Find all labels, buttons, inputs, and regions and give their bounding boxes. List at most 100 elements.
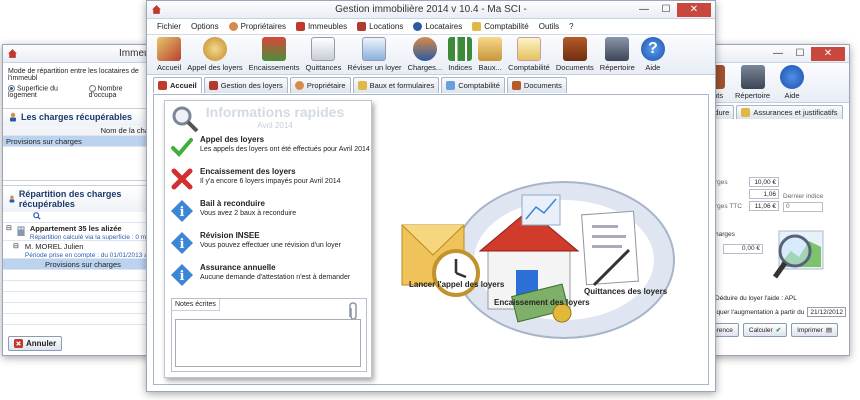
quick-item-bail[interactable]: i Bail à reconduire Vous avez 2 baux à re…: [170, 199, 370, 223]
minimize-button[interactable]: —: [767, 47, 789, 61]
menu-help[interactable]: ?: [569, 22, 573, 31]
field-value[interactable]: 11,06 €: [749, 201, 779, 211]
accounting-icon: [472, 22, 482, 31]
quick-item-appel[interactable]: Appel des loyers Les appels des loyers on…: [170, 135, 370, 159]
receipt-pen-icon[interactable]: [581, 210, 639, 287]
toolbar-accueil[interactable]: Accueil: [155, 37, 183, 72]
search-icon[interactable]: [33, 212, 41, 220]
radio-count[interactable]: Nombre d'occupa: [88, 85, 146, 99]
mode-radios: Superficie du logement Nombre d'occupa: [3, 85, 151, 102]
maximize-button[interactable]: ☐: [655, 3, 677, 17]
svg-text:i: i: [180, 237, 185, 252]
caption-appel[interactable]: Lancer l'appel des loyers: [409, 280, 504, 289]
close-button[interactable]: ✕: [677, 3, 711, 17]
table-row: [3, 270, 151, 282]
item-heading: Appel des loyers: [200, 135, 265, 144]
toolbar-baux[interactable]: Baux...: [476, 37, 504, 72]
toolbar-aide[interactable]: ? Aide: [639, 37, 667, 72]
tab-gestion-loyers[interactable]: Gestion des loyers: [203, 77, 288, 93]
people-icon: [412, 37, 437, 61]
last-index: Dernier indice 0: [783, 193, 823, 212]
tab-comptabilite[interactable]: Comptabilité: [441, 77, 505, 93]
toolbar-charges[interactable]: Charges...: [406, 37, 445, 72]
toolbar-indices[interactable]: Indices: [446, 37, 474, 72]
tab-assurances[interactable]: Assurances et justificatifs: [736, 105, 843, 119]
radio-surface-label: Superficie du logement: [8, 85, 58, 100]
charges-column-header: Nom de la cha: [3, 125, 151, 137]
tab-accueil[interactable]: Accueil: [153, 77, 202, 93]
tab-proprietaire[interactable]: Propriétaire: [289, 77, 351, 93]
toolbar-reviser-loyer[interactable]: Réviser un loyer: [345, 37, 403, 72]
home-icon: [158, 81, 167, 90]
right-window: — ☐ ✕ ents Répertoire Aide ondure Assura…: [700, 44, 850, 356]
btn-label: Calculer: [748, 326, 773, 334]
phone-directory-icon: [605, 37, 630, 61]
chart-card-icon[interactable]: [521, 194, 561, 226]
item-detail: Il y'a encore 6 loyers impayés pour Avri…: [200, 178, 341, 185]
quick-item-encaissement[interactable]: Encaissement des loyers Il y'a encore 6 l…: [170, 167, 370, 191]
info-icon: i: [171, 264, 193, 286]
caption-quittances[interactable]: Quittances des loyers: [584, 287, 667, 296]
menu-fichier[interactable]: Fichier: [157, 22, 181, 31]
left-footer: Annuler: [8, 336, 63, 351]
right-toolbar: ents Répertoire Aide: [701, 63, 849, 103]
menu-locations[interactable]: Locations: [357, 22, 403, 31]
table-row[interactable]: Provisions sur charges: [3, 259, 151, 271]
tab-documents[interactable]: Documents: [506, 77, 567, 93]
quick-item-assurance[interactable]: i Assurance annuelle Aucune demande d'att…: [170, 263, 370, 287]
field-value[interactable]: 1,06: [749, 189, 779, 199]
minimize-button[interactable]: —: [633, 3, 655, 17]
menu-comptabilite[interactable]: Comptabilité: [472, 22, 529, 31]
toolbar-appel-loyers[interactable]: Appel des loyers: [185, 37, 244, 72]
menu-outils[interactable]: Outils: [539, 22, 559, 31]
quick-title: Informations rapides: [205, 104, 345, 120]
collapse-icon[interactable]: ⊟: [6, 224, 12, 240]
field-value[interactable]: 10,00 €: [749, 177, 779, 187]
charges-field[interactable]: 0,00 €: [723, 244, 763, 254]
main-tabs: Accueil Gestion des loyers Propriétaire …: [147, 75, 715, 93]
menu-immeubles[interactable]: Immeubles: [295, 22, 347, 31]
notes-textarea[interactable]: [175, 319, 361, 367]
menu-locataires[interactable]: Locataires: [413, 22, 462, 31]
tenant-row[interactable]: ⊟ M. MOREL Julien Période prise en compte…: [3, 241, 151, 260]
info-icon: i: [171, 232, 193, 254]
mode-description: Mode de répartition entre les locataires…: [8, 68, 139, 82]
toolbar-comptabilite[interactable]: Comptabilité: [506, 37, 552, 72]
maximize-button[interactable]: ☐: [789, 47, 811, 61]
cancel-button[interactable]: Annuler: [8, 336, 63, 351]
toolbar-documents[interactable]: Documents: [554, 37, 596, 72]
menu-proprietaires[interactable]: Propriétaires: [228, 22, 286, 31]
table-row[interactable]: Provisions sur charges: [3, 136, 151, 148]
last-index-field[interactable]: 0: [783, 202, 823, 212]
caption-encaissement[interactable]: Encaissement des loyers: [494, 298, 590, 307]
toolbar-encaissements[interactable]: Encaissements: [247, 37, 302, 72]
deduire-row: Déduire du loyer l'aide : APL: [715, 295, 797, 302]
toolbar-item[interactable]: Aide: [778, 65, 806, 100]
close-icon: [14, 339, 23, 348]
calculate-button[interactable]: Calculer ✔: [742, 323, 788, 337]
date-field[interactable]: 21/12/2012: [807, 307, 846, 317]
close-button[interactable]: ✕: [811, 47, 845, 61]
menu-label: Comptabilité: [484, 22, 529, 31]
toolbar-quittances[interactable]: Quittances: [304, 37, 344, 72]
house-icon: [295, 22, 305, 31]
toolbar-label: Documents: [555, 63, 594, 72]
tab-label: Documents: [523, 81, 562, 90]
tab-baux[interactable]: Baux et formulaires: [352, 77, 440, 93]
magnifier-chart-icon: [772, 230, 824, 279]
table-row: [3, 281, 151, 293]
menu-options[interactable]: Options: [191, 22, 219, 31]
building-row[interactable]: ⊟ Appartement 35 les alizée Répartition c…: [3, 223, 151, 242]
quick-item-revision[interactable]: i Révision INSEE Vous pouvez effectuer un…: [170, 231, 370, 255]
collapse-icon[interactable]: ⊟: [13, 242, 19, 258]
toolbar-item[interactable]: Répertoire: [733, 65, 772, 100]
print-button[interactable]: Imprimer ▤: [791, 323, 838, 337]
receipt-icon: [311, 37, 336, 61]
radio-surface[interactable]: Superficie du logement: [8, 85, 81, 99]
table-row[interactable]: [3, 147, 151, 182]
help-icon: [780, 65, 805, 89]
toolbar-repertoire[interactable]: Répertoire: [598, 37, 637, 72]
folder-icon: [741, 108, 751, 117]
toolbar-label: Comptabilité: [508, 63, 550, 72]
item-heading: Encaissement des loyers: [200, 167, 296, 176]
